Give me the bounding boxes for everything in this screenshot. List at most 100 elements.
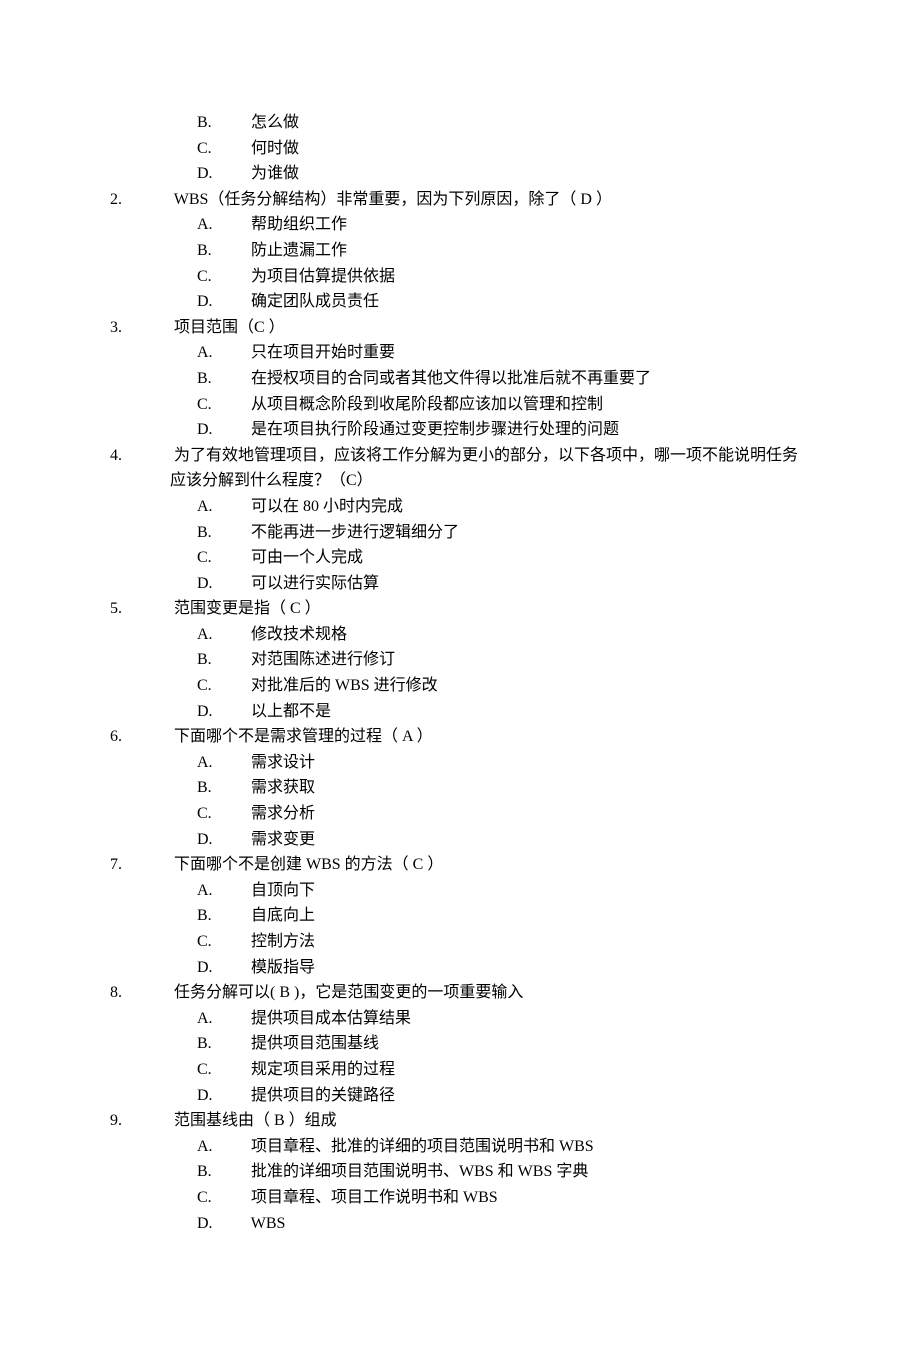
answer-option: B. 不能再进一步进行逻辑细分了 [225, 520, 800, 546]
answer-option: C. 需求分析 [225, 801, 800, 827]
question-stem: 4. 为了有效地管理项目，应该将工作分解为更小的部分，以下各项中，哪一项不能说明… [140, 443, 800, 494]
answer-option: A. 项目章程、批准的详细的项目范围说明书和 WBS [225, 1134, 800, 1160]
option-text: 自顶向下 [251, 882, 315, 899]
option-letter: D. [225, 161, 247, 187]
answer-option: C. 可由一个人完成 [225, 545, 800, 571]
answer-option: D. 为谁做 [225, 161, 800, 187]
question-stem: 5. 范围变更是指（ C ） [140, 596, 800, 622]
answer-option: C. 规定项目采用的过程 [225, 1057, 800, 1083]
option-text: 需求设计 [251, 754, 315, 771]
answer-option: A. 可以在 80 小时内完成 [225, 494, 800, 520]
answer-option: B. 提供项目范围基线 [225, 1031, 800, 1057]
option-letter: D. [225, 955, 247, 981]
question-stem: 6. 下面哪个不是需求管理的过程（ A ） [140, 724, 800, 750]
option-letter: B. [225, 647, 247, 673]
question-options: A. 修改技术规格B. 对范围陈述进行修订C. 对批准后的 WBS 进行修改D.… [120, 622, 800, 724]
option-letter: A. [225, 212, 247, 238]
option-letter: C. [225, 1057, 247, 1083]
option-text: 何时做 [251, 140, 299, 157]
question-stem-text: 为了有效地管理项目，应该将工作分解为更小的部分，以下各项中，哪一项不能说明任务应… [170, 447, 798, 490]
option-text: 提供项目成本估算结果 [251, 1010, 411, 1027]
option-letter: C. [225, 392, 247, 418]
option-text: 批准的详细项目范围说明书、WBS 和 WBS 字典 [251, 1163, 588, 1180]
option-text: 为谁做 [251, 165, 299, 182]
option-text: 需求分析 [251, 805, 315, 822]
answer-option: B. 在授权项目的合同或者其他文件得以批准后就不再重要了 [225, 366, 800, 392]
option-text: 怎么做 [251, 114, 299, 131]
question-stem: 8. 任务分解可以( B )，它是范围变更的一项重要输入 [140, 980, 800, 1006]
answer-option: B. 自底向上 [225, 903, 800, 929]
question-stem: 9. 范围基线由（ B ）组成 [140, 1108, 800, 1134]
option-letter: C. [225, 545, 247, 571]
option-letter: B. [225, 520, 247, 546]
option-letter: A. [225, 878, 247, 904]
question-options: A. 可以在 80 小时内完成B. 不能再进一步进行逻辑细分了C. 可由一个人完… [120, 494, 800, 596]
option-text: 规定项目采用的过程 [251, 1061, 395, 1078]
question: 5. 范围变更是指（ C ）A. 修改技术规格B. 对范围陈述进行修订C. 对批… [120, 596, 800, 724]
option-text: 从项目概念阶段到收尾阶段都应该加以管理和控制 [251, 396, 603, 413]
question-stem-text: 下面哪个不是需求管理的过程（ A ） [174, 728, 433, 745]
question-options: A. 帮助组织工作B. 防止遗漏工作C. 为项目估算提供依据D. 确定团队成员责… [120, 212, 800, 314]
option-letter: A. [225, 750, 247, 776]
question: 6. 下面哪个不是需求管理的过程（ A ）A. 需求设计B. 需求获取C. 需求… [120, 724, 800, 852]
option-text: 控制方法 [251, 933, 315, 950]
question: 9. 范围基线由（ B ）组成A. 项目章程、批准的详细的项目范围说明书和 WB… [120, 1108, 800, 1236]
question-number: 7. [140, 852, 170, 878]
question-options: A. 只在项目开始时重要B. 在授权项目的合同或者其他文件得以批准后就不再重要了… [120, 340, 800, 442]
option-letter: A. [225, 1134, 247, 1160]
option-text: 在授权项目的合同或者其他文件得以批准后就不再重要了 [251, 370, 651, 387]
answer-option: D. 可以进行实际估算 [225, 571, 800, 597]
option-text: 需求变更 [251, 831, 315, 848]
option-letter: A. [225, 494, 247, 520]
option-text: WBS [251, 1215, 286, 1232]
answer-option: A. 需求设计 [225, 750, 800, 776]
option-text: 需求获取 [251, 779, 315, 796]
option-letter: A. [225, 622, 247, 648]
option-letter: B. [225, 110, 247, 136]
question-stem: 3. 项目范围（C ） [140, 315, 800, 341]
answer-option: A. 只在项目开始时重要 [225, 340, 800, 366]
question-stem: 7. 下面哪个不是创建 WBS 的方法（ C ） [140, 852, 800, 878]
question: 2. WBS（任务分解结构）非常重要，因为下列原因，除了（ D ） A. 帮助组织… [120, 187, 800, 315]
answer-option: C. 何时做 [225, 136, 800, 162]
option-text: 对批准后的 WBS 进行修改 [251, 677, 438, 694]
question-number: 3. [140, 315, 170, 341]
answer-option: D. 以上都不是 [225, 699, 800, 725]
option-text: 以上都不是 [251, 703, 331, 720]
option-letter: A. [225, 340, 247, 366]
answer-option: C. 控制方法 [225, 929, 800, 955]
question-stem-text: 范围变更是指（ C ） [174, 600, 321, 617]
option-letter: B. [225, 366, 247, 392]
option-text: 确定团队成员责任 [251, 293, 379, 310]
question-number: 2. [140, 187, 170, 213]
option-text: 模版指导 [251, 959, 315, 976]
option-text: 可以进行实际估算 [251, 575, 379, 592]
answer-option: B. 批准的详细项目范围说明书、WBS 和 WBS 字典 [225, 1159, 800, 1185]
option-text: 修改技术规格 [251, 626, 347, 643]
document-page: B. 怎么做C. 何时做D. 为谁做 2. WBS（任务分解结构）非常重要，因为… [0, 0, 920, 1346]
option-letter: C. [225, 136, 247, 162]
option-text: 不能再进一步进行逻辑细分了 [251, 524, 459, 541]
answer-option: A. 修改技术规格 [225, 622, 800, 648]
option-letter: C. [225, 1185, 247, 1211]
option-text: 提供项目的关键路径 [251, 1087, 395, 1104]
option-letter: B. [225, 1159, 247, 1185]
option-text: 提供项目范围基线 [251, 1035, 379, 1052]
answer-option: C. 项目章程、项目工作说明书和 WBS [225, 1185, 800, 1211]
option-text: 项目章程、批准的详细的项目范围说明书和 WBS [251, 1138, 594, 1155]
option-letter: D. [225, 699, 247, 725]
option-text: 可由一个人完成 [251, 549, 363, 566]
option-letter: D. [225, 827, 247, 853]
option-letter: D. [225, 289, 247, 315]
question-number: 8. [140, 980, 170, 1006]
question-options: A. 自顶向下 B. 自底向上C. 控制方法D. 模版指导 [120, 878, 800, 980]
question-stem-text: WBS（任务分解结构）非常重要，因为下列原因，除了（ D ） [174, 191, 612, 208]
answer-option: A. 提供项目成本估算结果 [225, 1006, 800, 1032]
option-letter: C. [225, 929, 247, 955]
answer-option: B. 怎么做 [225, 110, 800, 136]
question-number: 5. [140, 596, 170, 622]
question: 7. 下面哪个不是创建 WBS 的方法（ C ）A. 自顶向下 B. 自底向上C.… [120, 852, 800, 980]
question: 4. 为了有效地管理项目，应该将工作分解为更小的部分，以下各项中，哪一项不能说明… [120, 443, 800, 597]
option-text: 对范围陈述进行修订 [251, 651, 395, 668]
answer-option: D. 需求变更 [225, 827, 800, 853]
